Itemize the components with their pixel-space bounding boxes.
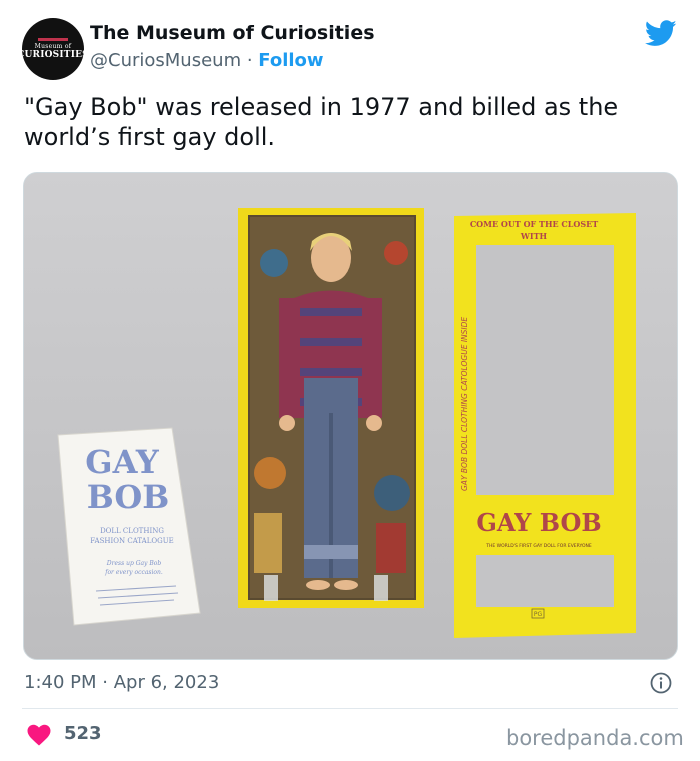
account-display-name[interactable]: The Museum of Curiosities <box>90 22 375 44</box>
doll-photo: GAY BOB DOLL CLOTHING FASHION CATALOGUE … <box>24 173 677 659</box>
catalog-script-2: for every occasion. <box>104 569 163 576</box>
twitter-bird-icon[interactable] <box>645 20 677 47</box>
tweet-time[interactable]: 1:40 PM <box>24 672 97 693</box>
box-top-text-1: COME OUT OF THE CLOSET <box>470 219 598 229</box>
box-tagline: THE WORLD'S FIRST GAY DOLL FOR EVERYONE <box>485 543 592 549</box>
tweet-timestamp[interactable]: 1:40 PM · Apr 6, 2023 <box>24 672 219 693</box>
avatar-text-big: CURIOSITIES <box>22 50 84 60</box>
follow-button[interactable]: Follow <box>258 50 323 71</box>
account-handle-line: @CuriosMuseum · Follow <box>90 50 324 71</box>
catalog-sub-1: DOLL CLOTHING <box>100 527 164 535</box>
tweet-text: "Gay Bob" was released in 1977 and bille… <box>24 93 619 151</box>
box-top-text-2: WITH <box>520 231 548 241</box>
like-count[interactable]: 523 <box>64 723 102 744</box>
catalog-title-1: GAY <box>85 443 160 481</box>
heart-icon[interactable] <box>27 724 51 746</box>
account-avatar[interactable]: Museum of CURIOSITIES <box>22 18 84 80</box>
avatar-text-small: Museum of <box>34 43 72 50</box>
avatar-stripe <box>38 38 68 41</box>
box-lid: COME OUT OF THE CLOSET WITH GAY BOB DOLL… <box>454 213 636 638</box>
doll-box <box>238 208 424 608</box>
handle-separator: · <box>241 50 259 71</box>
tweet-date[interactable]: Apr 6, 2023 <box>114 672 220 693</box>
box-rating: PG <box>534 611 543 618</box>
catalog-sub-2: FASHION CATALOGUE <box>90 537 173 545</box>
catalog-script-1: Dress up Gay Bob <box>106 560 162 567</box>
tweet-media-photo[interactable]: GAY BOB DOLL CLOTHING FASHION CATALOGUE … <box>23 172 678 660</box>
catalog-title-2: BOB <box>87 478 170 516</box>
watermark-credit: boredpanda.com <box>506 726 684 750</box>
box-side-text: GAY BOB DOLL CLOTHING CATOLOGUE INSIDE <box>460 317 469 491</box>
box-logo: GAY BOB <box>476 508 601 537</box>
info-icon[interactable] <box>650 672 672 694</box>
date-separator: · <box>96 672 114 693</box>
divider <box>22 708 678 709</box>
account-handle[interactable]: @CuriosMuseum <box>90 50 241 71</box>
